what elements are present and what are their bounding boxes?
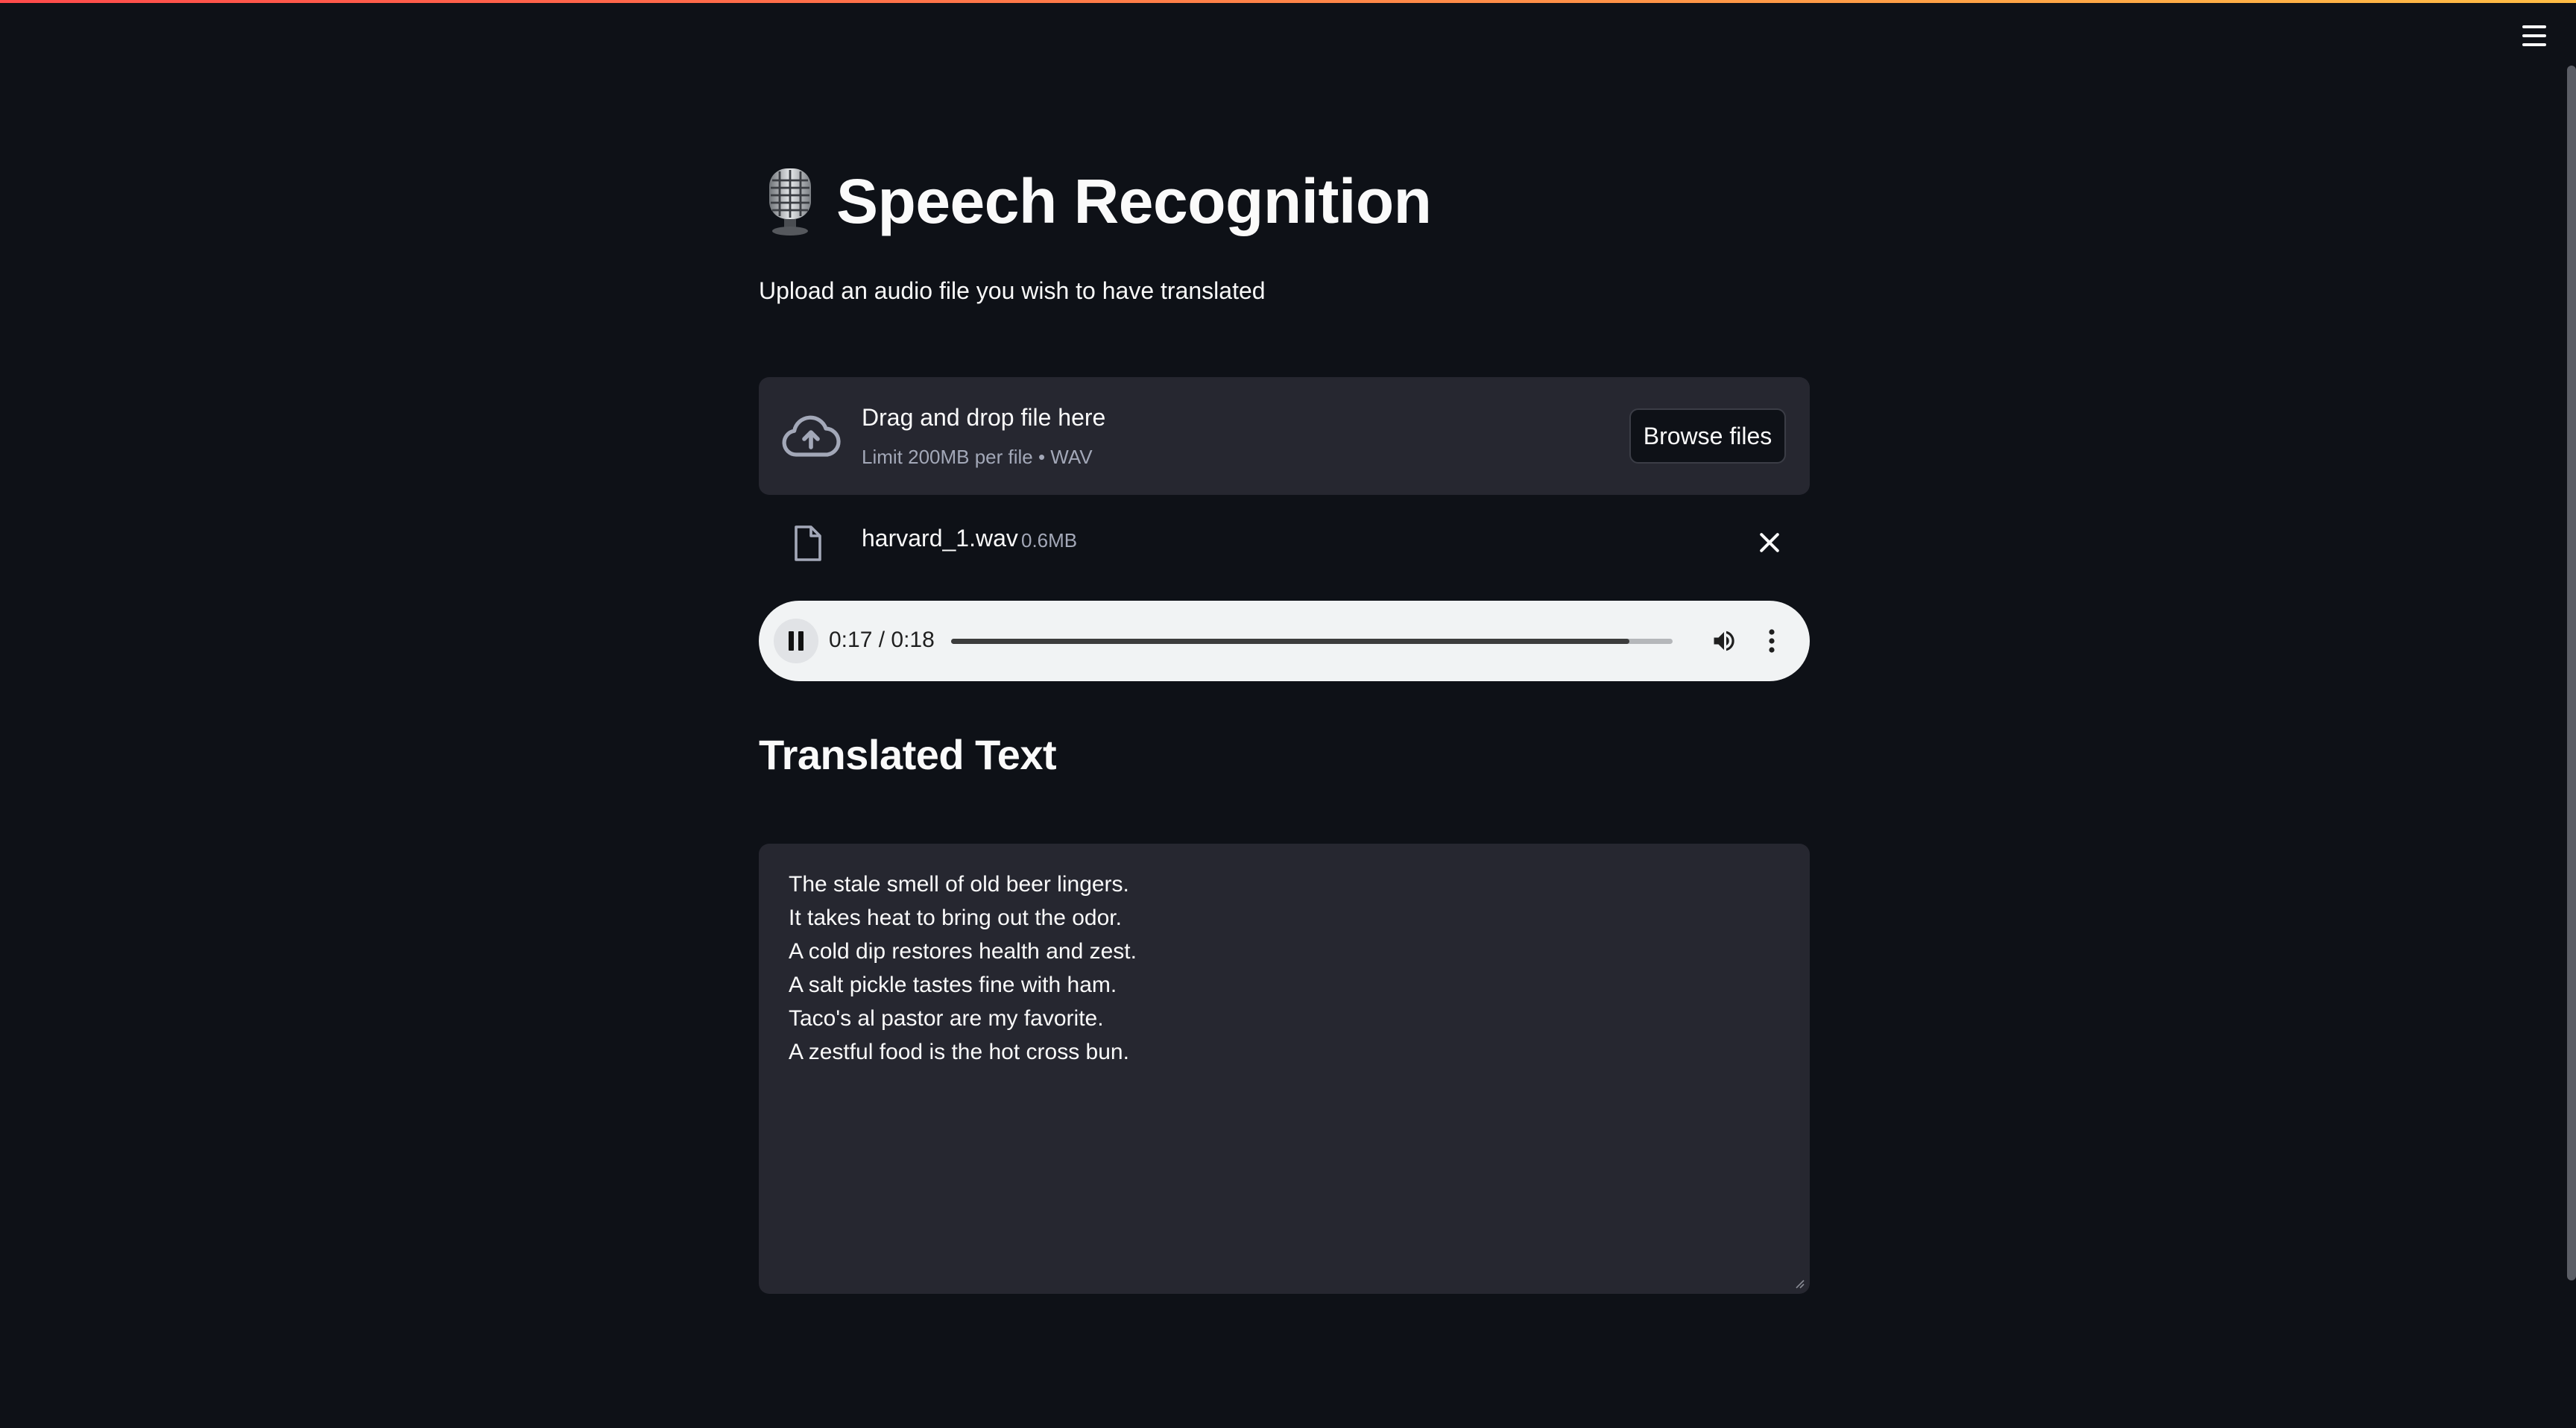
cloud-upload-icon [782, 415, 841, 457]
uploaded-file-size: 0.6MB [1021, 529, 1078, 552]
close-icon[interactable] [1756, 529, 1783, 556]
section-heading: Translated Text [759, 731, 1057, 778]
microphone-icon [769, 168, 811, 236]
dropzone-limit-text: Limit 200MB per file • WAV [862, 446, 1093, 468]
audio-time-display: 0:17 / 0:18 [829, 628, 935, 652]
file-uploader-dropzone[interactable]: Drag and drop file here Limit 200MB per … [759, 377, 1810, 495]
pause-icon[interactable] [774, 619, 818, 663]
uploaded-file-name: harvard_1.wav [862, 525, 1018, 552]
page-title: Speech Recognition [836, 166, 1432, 236]
resize-handle-icon[interactable] [1793, 1277, 1805, 1289]
audio-seek-slider[interactable] [951, 639, 1673, 644]
file-icon [795, 525, 821, 561]
top-decoration-bar [0, 0, 2576, 3]
audio-player: 0:17 / 0:18 [759, 601, 1810, 681]
dropzone-label: Drag and drop file here [862, 404, 1106, 431]
hamburger-menu-icon[interactable] [2522, 25, 2546, 46]
audio-seek-progress [951, 639, 1629, 644]
uploaded-file-row: harvard_1.wav 0.6MB [759, 514, 1810, 571]
more-vert-icon[interactable] [1767, 628, 1777, 654]
browse-files-button[interactable]: Browse files [1629, 408, 1786, 464]
title-row: Speech Recognition [759, 165, 1432, 237]
volume-icon[interactable] [1710, 628, 1738, 654]
page-subtitle: Upload an audio file you wish to have tr… [759, 277, 1266, 304]
page-scrollbar[interactable] [2567, 66, 2576, 1280]
translated-text-area[interactable]: The stale smell of old beer lingers. It … [759, 844, 1810, 1294]
